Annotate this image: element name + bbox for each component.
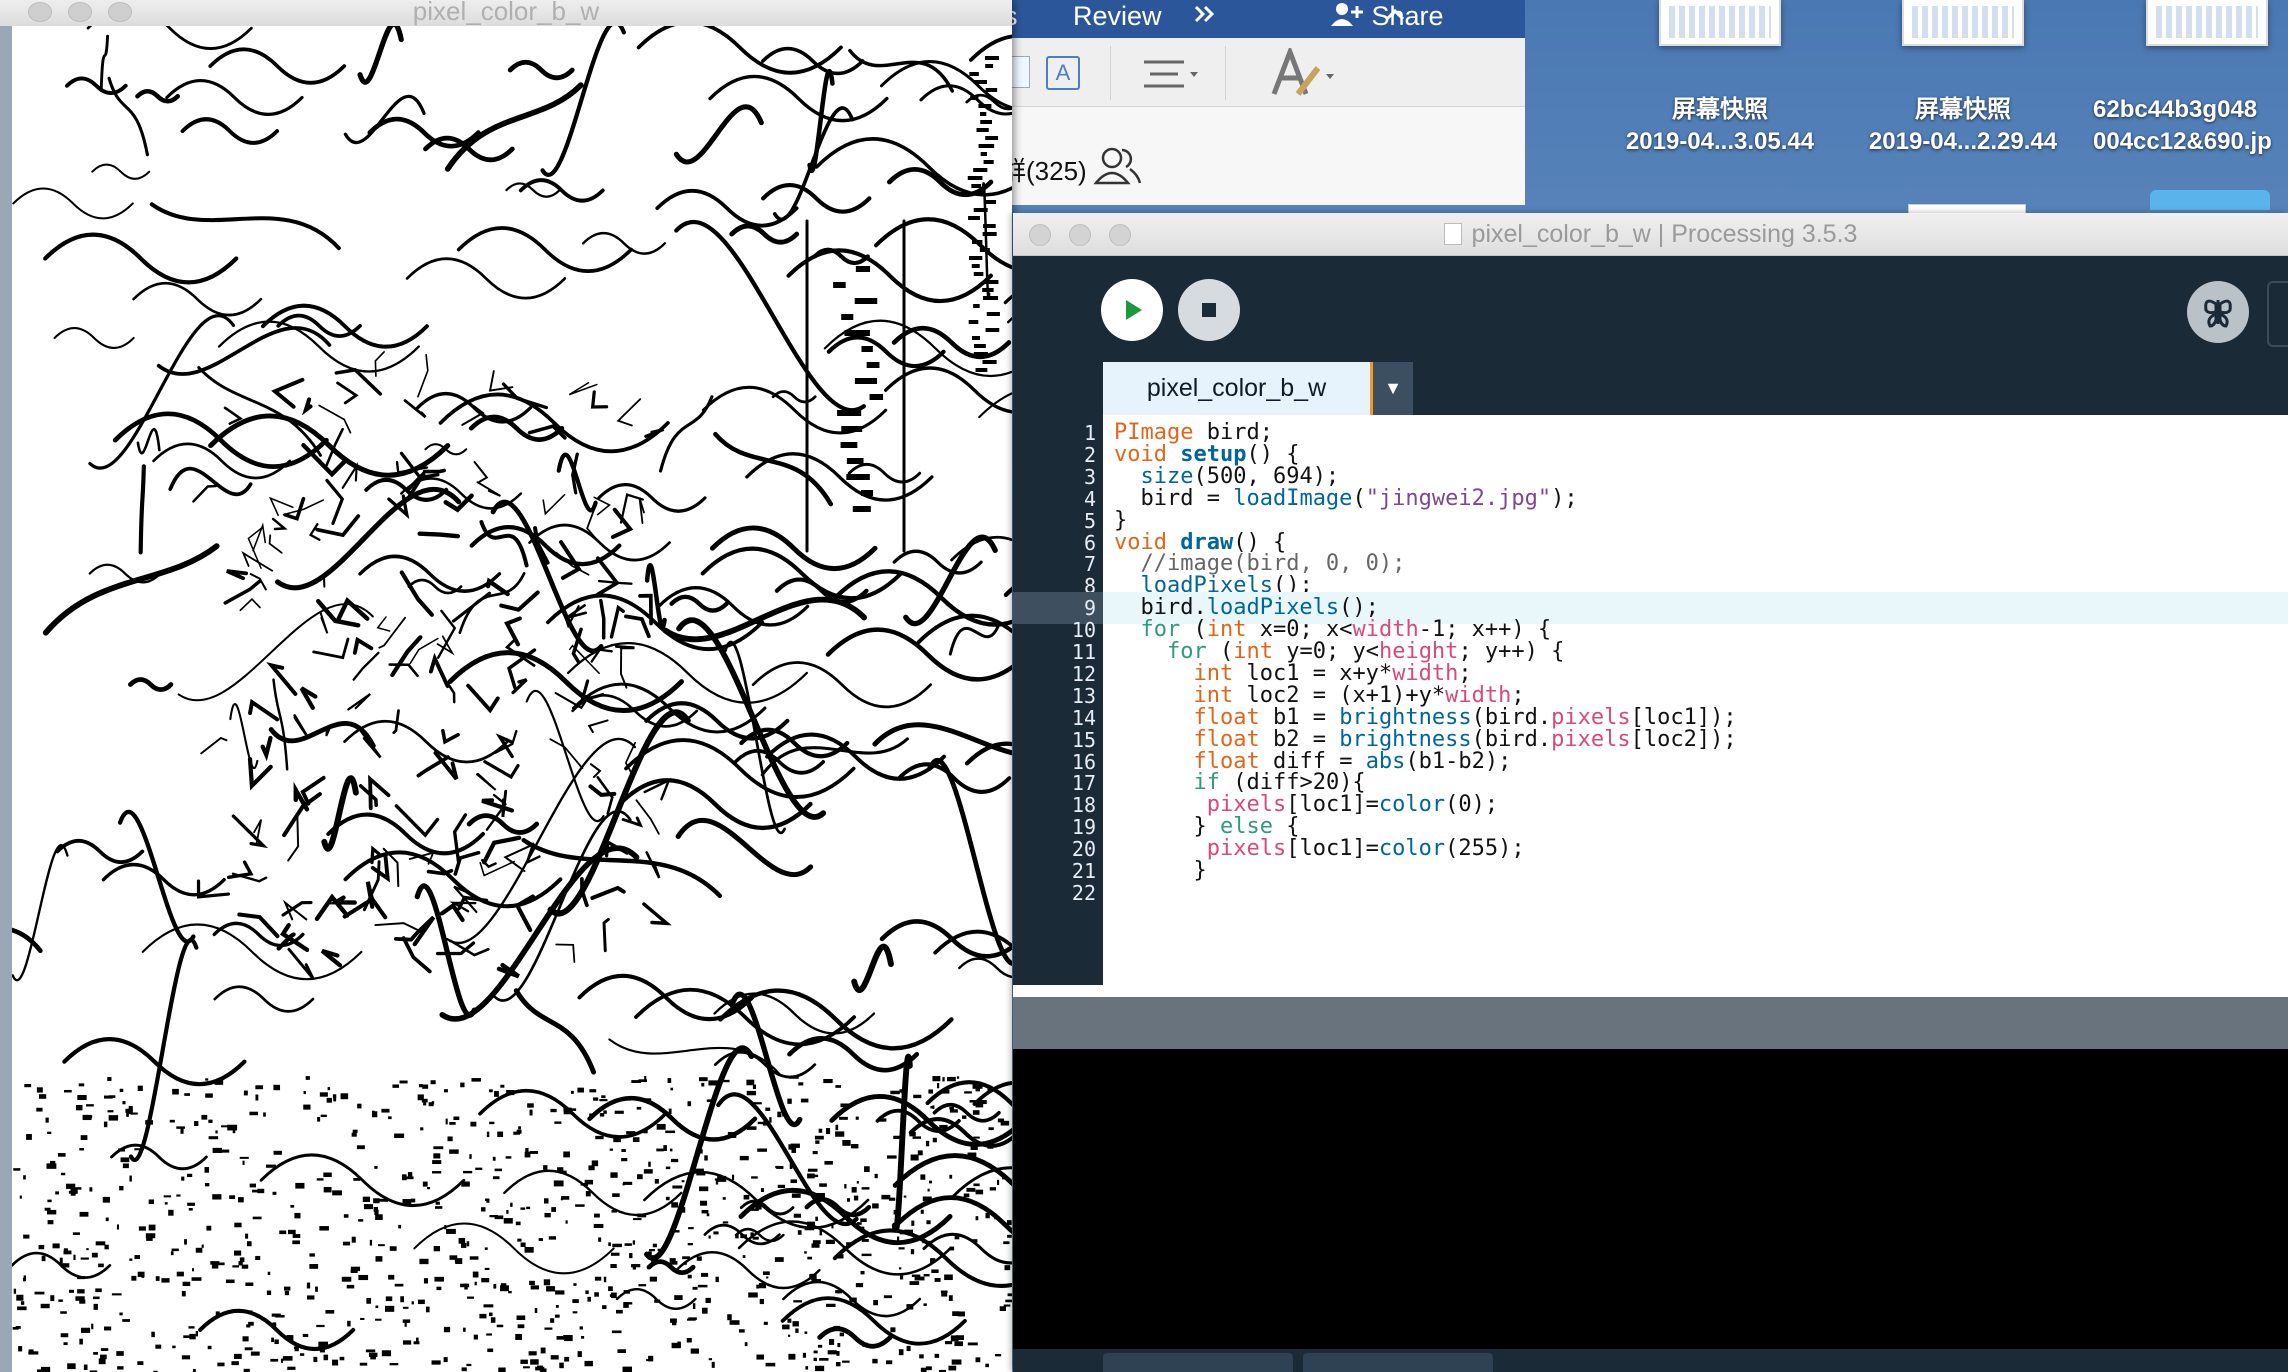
behind-window-strip xyxy=(0,26,12,1372)
code-line[interactable]: 22 xyxy=(1013,877,2288,909)
file-name-line1: 62bc44b3g048 xyxy=(2093,96,2258,123)
desktop-file-screenshot-2[interactable]: 屏幕快照 2019-04...2.29.44 xyxy=(1843,0,2083,158)
ide-footer xyxy=(1013,1349,2288,1372)
code-editor[interactable]: 1 PImage bird; 2 void setup() {3 size(500, … xyxy=(1013,415,2288,985)
file-name-line2: 004cc12&690.jp xyxy=(2093,128,2272,155)
chat-title: 群(325) xyxy=(1000,156,1087,186)
desktop-file-image[interactable]: 62bc44b3g048 004cc12&690.jp xyxy=(2086,0,2288,158)
line-number: 22 xyxy=(1071,880,1096,905)
zoom-button[interactable] xyxy=(108,2,132,22)
butterfly-icon xyxy=(2204,299,2232,328)
tab-errors[interactable] xyxy=(1303,1353,1493,1372)
share-button[interactable]: Share xyxy=(1330,0,1444,32)
tab-pixel-color-b-w[interactable]: pixel_color_b_w xyxy=(1103,362,1373,415)
add-person-icon xyxy=(1331,3,1363,26)
toolbar-divider xyxy=(1110,46,1111,100)
sketch-window-title: pixel_color_b_w xyxy=(412,0,600,26)
mode-selector[interactable] xyxy=(2267,281,2288,347)
share-label: Share xyxy=(1371,1,1444,31)
stop-button[interactable] xyxy=(1178,279,1240,341)
run-button[interactable] xyxy=(1101,279,1163,341)
editor-tab-strip: pixel_color_b_w ▼ xyxy=(1013,362,2288,415)
ide-window-title: pixel_color_b_w | Processing 3.5.3 xyxy=(1471,220,1858,248)
desktop-file-screenshot-1[interactable]: 屏幕快照 2019-04...3.05.44 xyxy=(1600,0,1840,158)
chevrons-right-icon[interactable] xyxy=(1190,0,1220,36)
align-paragraph-icon[interactable] xyxy=(1142,56,1202,97)
debug-button[interactable] xyxy=(2187,281,2249,343)
play-icon xyxy=(1126,300,1142,320)
folder-icon[interactable] xyxy=(2150,190,2270,210)
file-thumbnail xyxy=(1659,0,1781,46)
tab-review[interactable]: Review xyxy=(1073,1,1162,32)
ide-titlebar: pixel_color_b_w | Processing 3.5.3 xyxy=(1013,213,2288,256)
close-button[interactable] xyxy=(1029,224,1051,246)
file-name-line2: 2019-04...2.29.44 xyxy=(1868,128,2058,155)
chevron-down-icon: ▼ xyxy=(1384,378,1402,398)
file-name: 62bc44b3g048 004cc12&690.jp xyxy=(2086,94,2288,158)
close-button[interactable] xyxy=(28,2,52,22)
file-name-line2: 2019-04...3.05.44 xyxy=(1625,128,1815,155)
word-window: s Review Share A 群(325) xyxy=(1000,0,1525,205)
processing-ide-window: pixel_color_b_w | Processing 3.5.3 pixel… xyxy=(1013,213,2288,1372)
file-name: 屏幕快照 2019-04...2.29.44 xyxy=(1843,94,2083,158)
editor-horizontal-scroll[interactable] xyxy=(1013,985,2288,997)
tab-console[interactable] xyxy=(1103,1353,1293,1372)
minimize-button[interactable] xyxy=(68,2,92,22)
tab-menu-button[interactable]: ▼ xyxy=(1373,362,1413,415)
file-thumbnail xyxy=(1902,0,2024,46)
sketch-canvas[interactable] xyxy=(0,6,1012,1372)
group-members-icon[interactable] xyxy=(1092,145,1144,187)
edge-detected-artwork xyxy=(0,6,1012,1372)
stop-icon xyxy=(1202,303,1216,317)
tab-label: pixel_color_b_w xyxy=(1146,374,1327,402)
chat-header: 群(325) xyxy=(1000,107,1525,205)
zoom-button[interactable] xyxy=(1109,224,1131,246)
sketch-titlebar: pixel_color_b_w xyxy=(0,0,1012,27)
file-name-line1: 屏幕快照 xyxy=(1915,96,2011,123)
file-name: 屏幕快照 2019-04...3.05.44 xyxy=(1600,94,1840,158)
toolbar-divider xyxy=(1225,46,1226,100)
message-area xyxy=(1013,997,2288,1049)
document-icon xyxy=(1443,223,1462,245)
file-name-line1: 屏幕快照 xyxy=(1672,96,1768,123)
sketch-output-window: pixel_color_b_w xyxy=(0,0,1012,1372)
file-thumbnail xyxy=(2146,0,2268,46)
text-style-icon[interactable]: A xyxy=(1046,56,1080,90)
text-effects-icon[interactable] xyxy=(1270,44,1340,105)
console-area xyxy=(1013,1049,2288,1349)
word-ribbon-toolbar: A xyxy=(1000,38,1525,107)
word-ribbon-tabs: s Review Share xyxy=(1000,0,1525,38)
minimize-button[interactable] xyxy=(1069,224,1091,246)
ide-toolbar xyxy=(1013,256,2288,362)
